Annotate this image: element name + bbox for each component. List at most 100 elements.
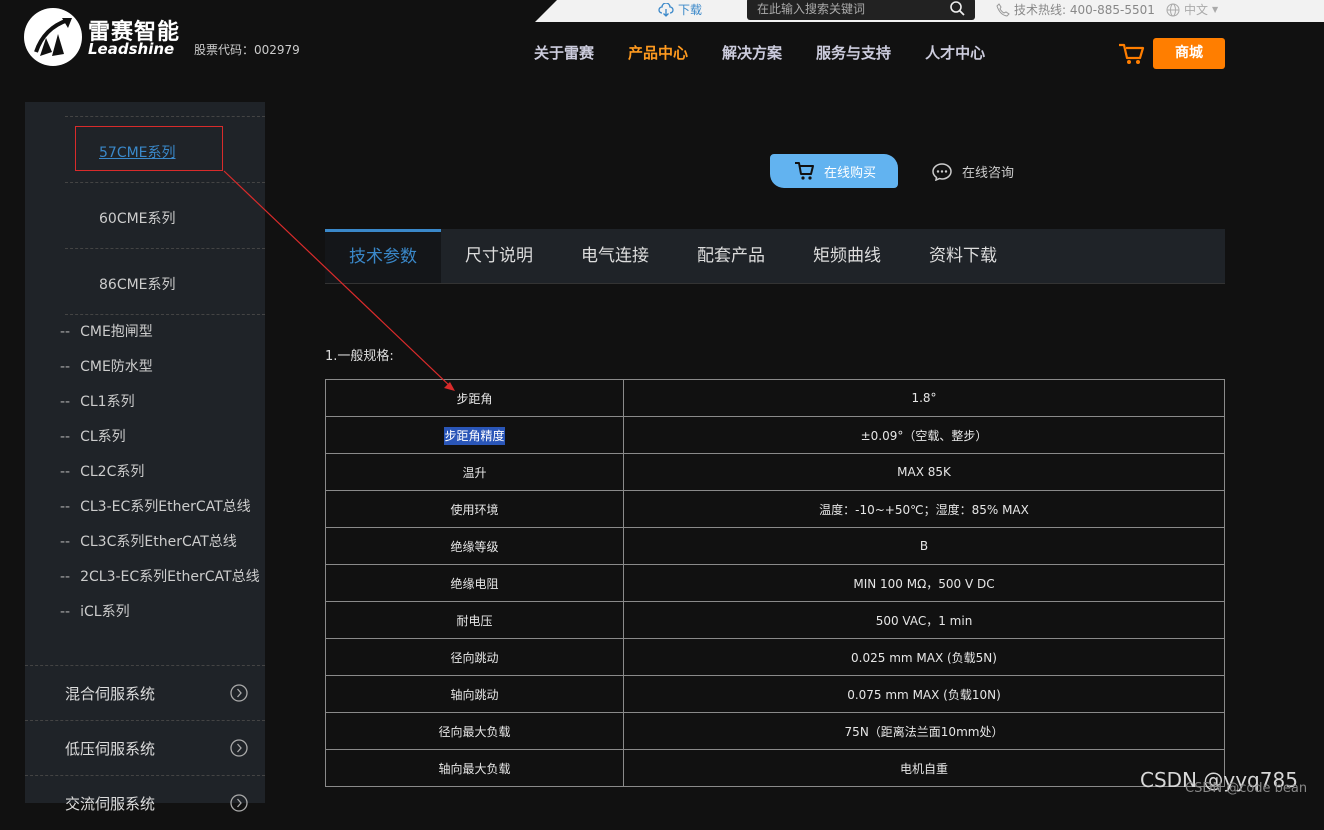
spec-value: 0.025 mm MAX (负载5N) [623,638,1225,676]
series-label: CME抱闸型 [80,324,153,340]
download-link[interactable]: 下载 [658,1,702,18]
spec-value: 电机自重 [623,749,1225,787]
table-row: 绝缘电阻 MIN 100 MΩ，500 V DC [325,564,1225,602]
language-selector[interactable]: 中文 ▼ [1166,1,1218,18]
main-nav: 关于雷赛 产品中心 解决方案 服务与支持 人才中心 [534,42,1019,63]
spec-value: B [623,527,1225,565]
table-row: 步距角精度 ±0.09°（空载、整步） [325,416,1225,454]
table-row: 轴向最大负载 电机自重 [325,749,1225,787]
tabs-underline [325,283,1225,284]
language-label: 中文 [1184,3,1209,17]
chevron-right-circle-icon [230,684,248,702]
cloud-download-icon [658,2,674,17]
table-row: 步距角 1.8° [325,379,1225,417]
tab-tech-params[interactable]: 技术参数 [325,229,441,284]
buy-online-button[interactable]: 在线购买 [770,154,898,188]
sidebar-subitem-60cme[interactable]: 60CME系列 [65,182,265,247]
spec-key: 径向跳动 [325,638,624,676]
tab-downloads[interactable]: 资料下载 [905,229,1021,284]
sidebar: 57CME系列 60CME系列 86CME系列 -- CME抱闸型 -- CME防水… [25,102,265,813]
dash-prefix: -- [60,534,71,550]
series-label: CL系列 [80,429,126,445]
sidebar-subitem-86cme[interactable]: 86CME系列 [65,248,265,313]
series-label: CL3-EC系列EtherCAT总线 [80,499,251,515]
sidebar-category-low-voltage-servo[interactable]: 低压伺服系统 [25,720,265,775]
nav-item-careers[interactable]: 人才中心 [925,42,985,63]
nav-item-support[interactable]: 服务与支持 [816,42,891,63]
table-row: 耐电压 500 VAC，1 min [325,601,1225,639]
series-item[interactable]: -- CL1系列 [60,392,260,427]
chat-icon [932,162,952,181]
tab-electrical[interactable]: 电气连接 [557,229,673,284]
top-bar-corner [535,0,557,22]
table-row: 绝缘等级 B [325,527,1225,565]
series-item[interactable]: -- iCL系列 [60,602,260,637]
series-label: CL3C系列EtherCAT总线 [80,534,237,550]
spec-key: 耐电压 [325,601,624,639]
sidebar-category-hybrid-servo[interactable]: 混合伺服系统 [25,665,265,720]
watermark-under: CSDN @code bean [1185,781,1308,796]
spec-value: 温度：-10~+50℃；湿度：85% MAX [623,490,1225,528]
consult-online-button[interactable]: 在线咨询 [932,162,1014,181]
series-item[interactable]: -- CL系列 [60,427,260,462]
nav-item-about[interactable]: 关于雷赛 [534,42,594,63]
dash-prefix: -- [60,324,71,340]
search-input[interactable]: 在此输入搜索关键词 [747,0,975,20]
series-item[interactable]: -- CME抱闸型 [60,322,260,357]
table-row: 轴向跳动 0.075 mm MAX (负载10N) [325,675,1225,713]
nav-item-solutions[interactable]: 解决方案 [722,42,782,63]
dash-prefix: -- [60,569,71,585]
series-label: CME防水型 [80,359,153,375]
spec-key: 绝缘等级 [325,527,624,565]
tab-accessories[interactable]: 配套产品 [673,229,789,284]
spec-table: 步距角 1.8° 步距角精度 ±0.09°（空载、整步） 温升 MAX 85K 使用环… [325,379,1225,787]
spec-value: 75N（距离法兰面10mm处） [623,712,1225,750]
table-row: 径向跳动 0.025 mm MAX (负载5N) [325,638,1225,676]
spec-key: 径向最大负载 [325,712,624,750]
spec-key: 温升 [325,453,624,491]
stock-code: 股票代码：002979 [194,43,300,57]
dash-prefix: -- [60,359,71,375]
dash-prefix: -- [60,604,71,620]
series-list: -- CME抱闸型 -- CME防水型 -- CL1系列 -- CL系列 -- CL2C系… [60,322,260,637]
spec-key-cell: 步距角精度 [325,416,624,454]
category-label: 混合伺服系统 [65,685,156,703]
dash-prefix: -- [60,429,71,445]
chevron-right-circle-icon [230,794,248,812]
spec-key: 使用环境 [325,490,624,528]
series-item[interactable]: -- 2CL3-EC系列EtherCAT总线 [60,567,260,602]
download-label: 下载 [678,3,703,17]
spec-value: 500 VAC，1 min [623,601,1225,639]
product-tabs: 技术参数 尺寸说明 电气连接 配套产品 矩频曲线 资料下载 [325,229,1225,284]
phone-icon [996,2,1010,17]
globe-icon [1166,3,1180,16]
logo[interactable] [24,8,82,66]
series-item[interactable]: -- CL3C系列EtherCAT总线 [60,532,260,567]
series-label: CL1系列 [80,394,135,410]
nav-item-products[interactable]: 产品中心 [628,42,688,63]
tab-dimensions[interactable]: 尺寸说明 [441,229,557,284]
series-item[interactable]: -- CL3-EC系列EtherCAT总线 [60,497,260,532]
series-label: iCL系列 [80,604,130,620]
dash-prefix: -- [60,499,71,515]
leadshine-logo-icon [34,18,72,56]
dash-prefix: -- [60,394,71,410]
cart-icon [795,162,814,180]
hotline-text: 技术热线: 400-885-5501 [1014,3,1155,17]
highlight-box [75,126,223,171]
spec-value: 1.8° [623,379,1225,417]
dash-prefix: -- [60,464,71,480]
shop-button[interactable]: 商城 [1153,38,1225,69]
series-label: 2CL3-EC系列EtherCAT总线 [80,569,260,585]
tab-torque-curve[interactable]: 矩频曲线 [789,229,905,284]
series-item[interactable]: -- CL2C系列 [60,462,260,497]
consult-online-label: 在线咨询 [962,166,1015,181]
selected-text: 步距角精度 [444,426,505,445]
spec-key: 轴向最大负载 [325,749,624,787]
series-item[interactable]: -- CME防水型 [60,357,260,392]
spec-value: MIN 100 MΩ，500 V DC [623,564,1225,602]
cart-icon[interactable] [1118,42,1146,66]
table-row: 径向最大负载 75N（距离法兰面10mm处） [325,712,1225,750]
spec-key: 轴向跳动 [325,675,624,713]
search-icon[interactable] [950,1,965,16]
